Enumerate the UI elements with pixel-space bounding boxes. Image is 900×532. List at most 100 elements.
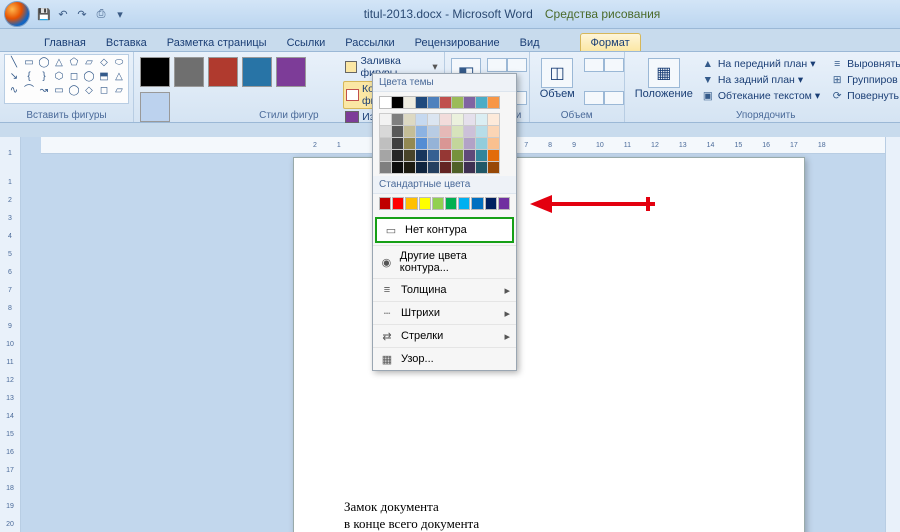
shape-item[interactable]: ◯ xyxy=(82,71,96,84)
color-swatch[interactable] xyxy=(487,161,500,174)
group-button[interactable]: ⊞Группиров xyxy=(828,72,900,88)
arrows-item[interactable]: ⇄ Стрелки ▸ xyxy=(373,324,516,347)
tab-view[interactable]: Вид xyxy=(510,34,550,51)
shape-item[interactable]: } xyxy=(37,71,51,84)
office-button[interactable] xyxy=(4,1,30,27)
text-wrapping-button[interactable]: ▣Обтекание текстом▾ xyxy=(699,88,822,104)
redo-icon[interactable]: ↷ xyxy=(74,6,90,22)
weight-icon: ≡ xyxy=(379,283,395,297)
window-title: titul-2013.docx - Microsoft Word Средств… xyxy=(128,7,896,21)
color-swatch[interactable] xyxy=(471,197,483,210)
group-arrange: ▦ Положение ▲На передний план▾ ▼На задни… xyxy=(625,52,900,122)
cube-icon: ◫ xyxy=(541,58,573,88)
shape-item[interactable]: ◻ xyxy=(97,85,111,98)
position-icon: ▦ xyxy=(648,58,680,88)
tab-insert[interactable]: Вставка xyxy=(96,34,157,51)
dashes-item[interactable]: ┄ Штрихи ▸ xyxy=(373,301,516,324)
bring-front-icon: ▲ xyxy=(701,57,715,71)
annotation-arrow xyxy=(530,192,660,216)
shape-item[interactable]: ⬒ xyxy=(97,71,111,84)
color-swatch[interactable] xyxy=(458,197,470,210)
style-swatch[interactable] xyxy=(242,57,272,87)
submenu-arrow-icon: ▸ xyxy=(504,284,510,297)
color-swatch[interactable] xyxy=(487,96,500,109)
shape-item[interactable]: ◻ xyxy=(67,71,81,84)
shape-item[interactable]: { xyxy=(22,71,36,84)
theme-color-shades[interactable] xyxy=(373,113,516,176)
shapes-gallery[interactable]: ╲▭◯△⬠▱◇⬭↘{}⬡◻◯⬒△∿⌒↝▭◯◇◻▱ xyxy=(4,54,129,104)
standard-colors-header: Стандартные цвета xyxy=(373,176,516,194)
shape-item[interactable]: ▱ xyxy=(82,57,96,70)
context-tab-title: Средства рисования xyxy=(545,7,660,21)
arrows-icon: ⇄ xyxy=(379,329,395,343)
style-swatch[interactable] xyxy=(174,57,204,87)
doc-title: titul-2013.docx - Microsoft Word xyxy=(364,7,533,21)
theme-colors-row[interactable] xyxy=(373,92,516,113)
shape-item[interactable]: ◯ xyxy=(67,85,81,98)
group-label: Вставить фигуры xyxy=(0,110,133,121)
more-outline-colors-item[interactable]: ◉ Другие цвета контура... xyxy=(373,245,516,278)
shape-item[interactable]: ⬠ xyxy=(67,57,81,70)
shape-item[interactable]: ⬡ xyxy=(52,71,66,84)
shape-item[interactable]: ⬭ xyxy=(112,57,126,70)
qat-more-icon[interactable]: ▾ xyxy=(112,6,128,22)
shape-item[interactable]: △ xyxy=(52,57,66,70)
tab-references[interactable]: Ссылки xyxy=(277,34,336,51)
send-back-icon: ▼ xyxy=(701,73,715,87)
quick-access-toolbar: 💾 ↶ ↷ ⎙ ▾ xyxy=(36,6,128,22)
pencil-icon xyxy=(346,89,359,101)
group-3d-effects: ◫ Объем Объем xyxy=(530,52,625,122)
ribbon-tabs: Главная Вставка Разметка страницы Ссылки… xyxy=(0,29,900,52)
color-swatch[interactable] xyxy=(432,197,444,210)
style-swatch[interactable] xyxy=(276,57,306,87)
align-icon: ≡ xyxy=(830,57,844,71)
shape-item[interactable]: ∿ xyxy=(7,85,21,98)
shape-item[interactable]: ↝ xyxy=(37,85,51,98)
color-swatch[interactable] xyxy=(498,197,510,210)
group-insert-shapes: ╲▭◯△⬠▱◇⬭↘{}⬡◻◯⬒△∿⌒↝▭◯◇◻▱ Вставить фигуры xyxy=(0,52,134,122)
tab-home[interactable]: Главная xyxy=(34,34,96,51)
title-bar: 💾 ↶ ↷ ⎙ ▾ titul-2013.docx - Microsoft Wo… xyxy=(0,0,900,29)
tab-review[interactable]: Рецензирование xyxy=(405,34,510,51)
save-icon[interactable]: 💾 xyxy=(36,6,52,22)
shape-item[interactable]: ◯ xyxy=(37,57,51,70)
print-icon[interactable]: ⎙ xyxy=(93,6,109,22)
shape-item[interactable]: ▭ xyxy=(52,85,66,98)
rotate-button[interactable]: ⟳Повернуть xyxy=(828,88,900,104)
vertical-scrollbar[interactable] xyxy=(885,137,900,532)
shape-outline-dropdown: Цвета темы Стандартные цвета ▭ Нет конту… xyxy=(372,73,517,371)
document-text: Замок документав конце всего документаЗа… xyxy=(344,498,656,532)
style-swatch[interactable] xyxy=(140,57,170,87)
shape-item[interactable]: ◇ xyxy=(97,57,111,70)
shape-item[interactable]: ▱ xyxy=(112,85,126,98)
tab-format[interactable]: Формат xyxy=(580,33,641,51)
undo-icon[interactable]: ↶ xyxy=(55,6,71,22)
color-swatch[interactable] xyxy=(419,197,431,210)
rotate-icon: ⟳ xyxy=(830,89,844,103)
tab-mailings[interactable]: Рассылки xyxy=(335,34,404,51)
color-swatch[interactable] xyxy=(379,197,391,210)
theme-colors-header: Цвета темы xyxy=(373,74,516,92)
bring-to-front-button[interactable]: ▲На передний план▾ xyxy=(699,56,822,72)
no-outline-item[interactable]: ▭ Нет контура xyxy=(375,217,514,243)
color-swatch[interactable] xyxy=(445,197,457,210)
submenu-arrow-icon: ▸ xyxy=(504,307,510,320)
shape-item[interactable]: ╲ xyxy=(7,57,21,70)
color-swatch[interactable] xyxy=(485,197,497,210)
weight-item[interactable]: ≡ Толщина ▸ xyxy=(373,278,516,301)
pattern-item[interactable]: ▦ Узор... xyxy=(373,347,516,370)
shape-item[interactable]: ⌒ xyxy=(22,85,36,98)
tab-page-layout[interactable]: Разметка страницы xyxy=(157,34,277,51)
shape-item[interactable]: △ xyxy=(112,71,126,84)
shape-item[interactable]: ▭ xyxy=(22,57,36,70)
group-label: Упорядочить xyxy=(625,110,900,121)
shape-item[interactable]: ↘ xyxy=(7,71,21,84)
shape-item[interactable]: ◇ xyxy=(82,85,96,98)
color-swatch[interactable] xyxy=(405,197,417,210)
standard-colors-row[interactable] xyxy=(373,194,516,215)
send-to-back-button[interactable]: ▼На задний план▾ xyxy=(699,72,822,88)
align-button[interactable]: ≡Выровнять xyxy=(828,56,900,72)
color-swatch[interactable] xyxy=(392,197,404,210)
style-swatch[interactable] xyxy=(208,57,238,87)
vertical-ruler[interactable]: 1123456789101112131415161718192021222324… xyxy=(0,137,21,532)
